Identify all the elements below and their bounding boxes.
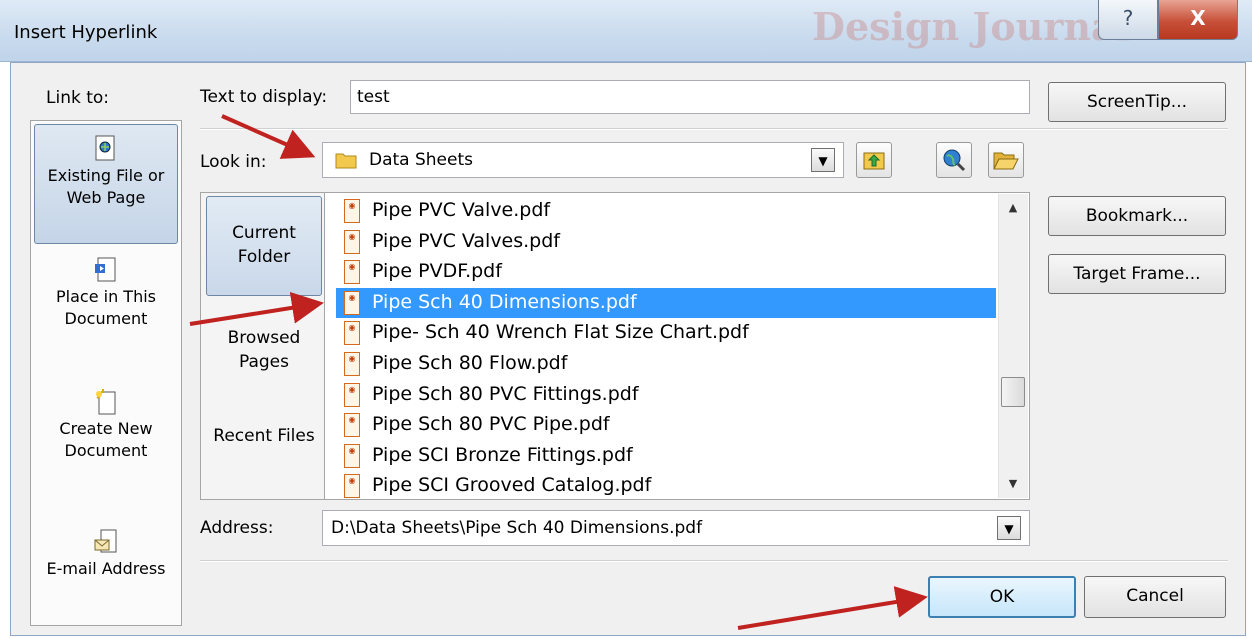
file-row[interactable]: ◉ Pipe- Sch 40 Wrench Flat Size Chart.pdf [336,318,996,348]
pdf-file-icon: ◉ [344,199,360,223]
pdf-file-icon: ◉ [344,290,360,315]
text-to-display-input[interactable] [350,80,1030,114]
file-name: Pipe SCI Grooved Catalog.pdf [372,474,652,497]
scroll-up-icon[interactable]: ▲ [998,196,1028,220]
look-in-value: Data Sheets [369,150,474,170]
chevron-down-icon[interactable]: ▼ [811,148,835,172]
folder-icon [335,151,357,174]
close-button[interactable]: X [1158,0,1238,40]
file-name: Pipe Sch 80 PVC Fittings.pdf [372,382,639,405]
file-name: Pipe PVC Valve.pdf [372,199,551,221]
place-in-document-icon [93,256,119,284]
place-recent-files[interactable]: Recent Files [206,418,322,480]
new-document-icon [93,388,119,416]
file-row[interactable]: ◉ Pipe Sch 80 PVC Pipe.pdf [336,410,996,440]
open-folder-icon [993,152,1019,176]
up-folder-icon [862,152,886,176]
look-in-label: Look in: [200,152,267,172]
target-frame-button[interactable]: Target Frame... [1048,254,1226,294]
help-button[interactable]: ? [1098,0,1158,40]
address-chevron-down-icon[interactable]: ▼ [997,516,1021,540]
address-combo[interactable]: D:\Data Sheets\Pipe Sch 40 Dimensions.pd… [322,510,1030,546]
help-icon: ? [1122,6,1134,30]
link-to-new-document-label: Create New Document [59,419,153,460]
globe-icon [941,149,967,178]
file-row[interactable]: ◉ Pipe Sch 80 Flow.pdf [336,349,996,379]
browse-web-button[interactable] [936,142,972,178]
file-name: Pipe Sch 80 Flow.pdf [372,352,568,374]
link-to-existing-file[interactable]: Existing File or Web Page [34,124,178,244]
screentip-button[interactable]: ScreenTip... [1048,82,1226,122]
file-name: Pipe- Sch 40 Wrench Flat Size Chart.pdf [372,321,749,344]
close-icon: X [1190,6,1206,30]
link-to-place-label: Place in This Document [56,287,156,328]
place-current-folder[interactable]: Current Folder [206,196,322,296]
file-row[interactable]: ◉ Pipe SCI Bronze Fittings.pdf [336,441,996,471]
file-row[interactable]: ◉ Pipe PVC Valves.pdf [336,227,996,257]
look-in-combo[interactable]: Data Sheets ▼ [322,142,844,178]
file-row[interactable]: ◉ Pipe Sch 40 Dimensions.pdf [336,287,996,318]
link-to-new-document[interactable]: Create New Document [34,378,178,490]
scrollbar-thumb[interactable] [1001,377,1025,407]
file-name: Pipe SCI Bronze Fittings.pdf [372,443,633,466]
file-name: Pipe PVDF.pdf [372,260,502,283]
file-row[interactable]: ◉ Pipe Sch 80 PVC Fittings.pdf [336,380,996,410]
pdf-file-icon: ◉ [344,474,360,499]
scroll-down-icon[interactable]: ▼ [998,472,1028,496]
bookmark-button[interactable]: Bookmark... [1048,196,1226,236]
link-to-email-address[interactable]: E-mail Address [34,518,178,604]
window-title: Insert Hyperlink [14,22,158,43]
place-browsed-pages[interactable]: Browsed Pages [206,318,322,380]
file-list-scrollbar[interactable] [998,194,1028,498]
pdf-file-icon: ◉ [344,413,360,438]
divider [200,560,1228,562]
divider [200,128,1228,130]
background-brand-text: Design Journal [812,4,1131,49]
file-name: Pipe PVC Valves.pdf [372,229,560,252]
pdf-file-icon: ◉ [344,352,360,376]
pdf-file-icon: ◉ [344,382,360,407]
cancel-button[interactable]: Cancel [1084,576,1226,618]
link-to-label: Link to: [46,88,110,108]
pdf-file-icon: ◉ [344,229,360,254]
pdf-file-icon: ◉ [344,443,360,468]
text-to-display-label: Text to display: [200,87,328,107]
existing-file-icon [93,135,119,163]
browse-file-button[interactable] [988,142,1024,178]
ok-button[interactable]: OK [928,576,1076,618]
address-value: D:\Data Sheets\Pipe Sch 40 Dimensions.pd… [331,518,703,538]
up-one-folder-button[interactable] [856,142,892,178]
link-to-email-label: E-mail Address [46,559,166,578]
file-row[interactable]: ◉ Pipe PVDF.pdf [336,257,996,287]
link-to-place-in-document[interactable]: Place in This Document [34,246,178,358]
file-name: Pipe Sch 40 Dimensions.pdf [372,290,637,313]
file-name: Pipe Sch 80 PVC Pipe.pdf [372,413,610,436]
email-icon [93,528,119,556]
file-row[interactable]: ◉ Pipe PVC Valve.pdf [336,196,996,226]
file-row[interactable]: ◉ Pipe SCI Grooved Catalog.pdf [336,471,996,501]
pdf-file-icon: ◉ [344,260,360,285]
pdf-file-icon: ◉ [344,321,360,346]
address-label: Address: [200,518,274,538]
link-to-existing-file-label: Existing File or Web Page [47,166,165,207]
